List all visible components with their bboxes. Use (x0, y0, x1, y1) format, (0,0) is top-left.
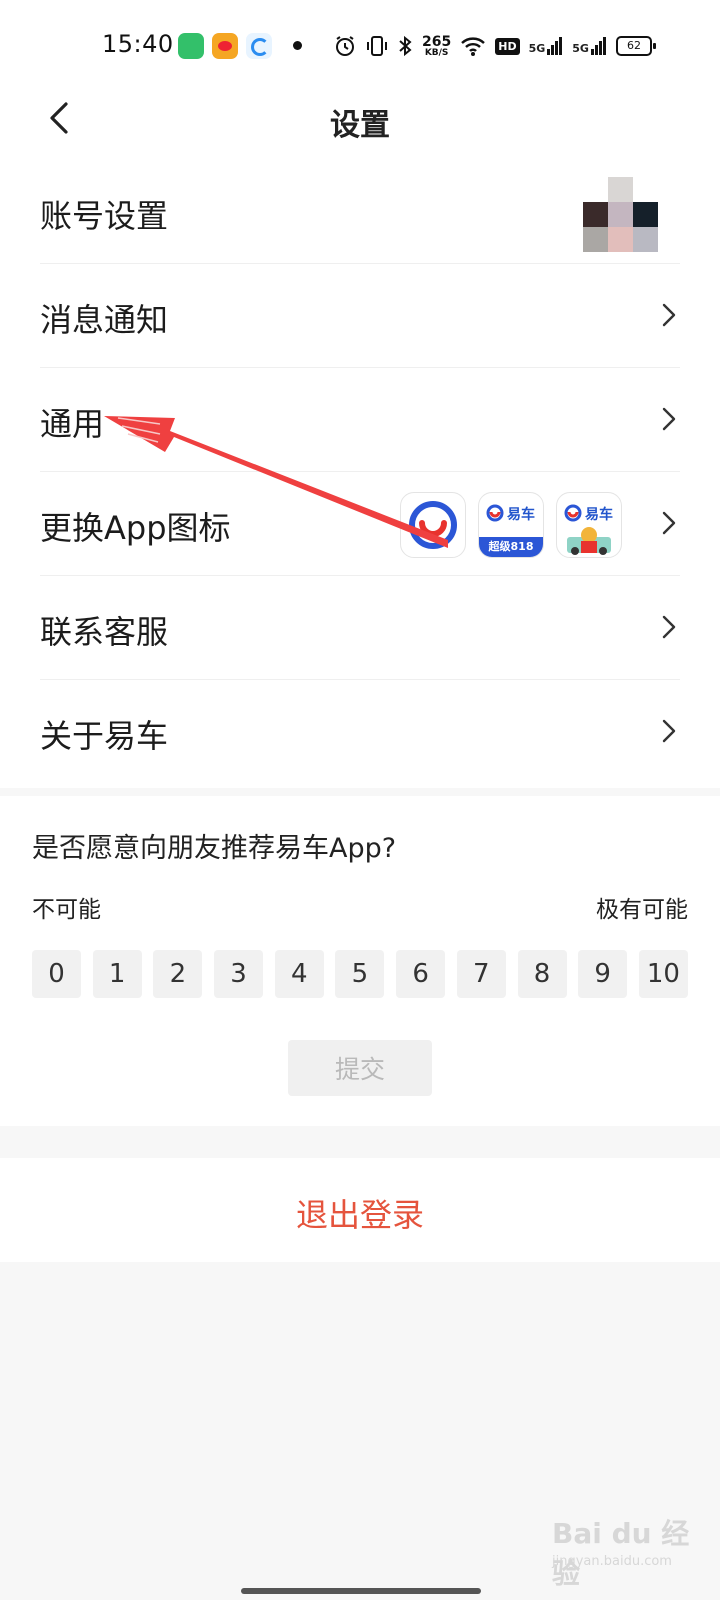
yiche-classic-icon[interactable] (400, 492, 466, 558)
score-button-3[interactable]: 3 (214, 950, 264, 998)
score-button-6[interactable]: 6 (396, 950, 446, 998)
survey-scale: 0 1 2 3 4 5 6 7 8 9 10 (32, 950, 688, 1000)
wechat-app-icon (178, 33, 204, 59)
score-button-0[interactable]: 0 (32, 950, 81, 998)
chevron-right-icon (662, 719, 676, 743)
yiche-818-icon[interactable]: 易车 超级818 (478, 492, 544, 558)
home-indicator[interactable] (241, 1588, 481, 1594)
yiche-logo-icon (564, 504, 582, 522)
browser-app-icon (246, 33, 272, 59)
submit-button[interactable]: 提交 (288, 1040, 432, 1096)
score-button-2[interactable]: 2 (153, 950, 203, 998)
menu-item-notifications[interactable]: 消息通知 (0, 264, 720, 368)
weibo-app-icon (212, 33, 238, 59)
score-button-4[interactable]: 4 (274, 950, 324, 998)
chevron-right-icon (662, 615, 676, 639)
icon-brand-text: 易车 (507, 507, 535, 523)
chevron-right-icon (662, 407, 676, 431)
score-button-1[interactable]: 1 (92, 950, 142, 998)
score-button-7[interactable]: 7 (456, 950, 506, 998)
watermark-main: Bai du 经验 (552, 1517, 690, 1590)
survey-question: 是否愿意向朋友推荐易车App? (32, 833, 397, 864)
network-speed: 265 KB/S (422, 35, 451, 58)
battery-icon: 62 (615, 36, 656, 56)
settings-menu: 账号设置 消息通知 通用 更换App图标 易车 超级818 易车 联系客服 关于… (0, 160, 720, 788)
menu-item-label: 通用 (40, 405, 105, 443)
status-time: 15:40 (102, 30, 174, 58)
icon-sub-text: 超级818 (479, 537, 543, 557)
survey-low-label: 不可能 (32, 897, 101, 923)
page-title: 设置 (330, 108, 390, 143)
menu-item-about[interactable]: 关于易车 (0, 680, 720, 784)
icon-brand-text: 易车 (585, 507, 613, 523)
menu-item-general[interactable]: 通用 (0, 368, 720, 472)
bluetooth-icon (399, 35, 412, 57)
vibrate-icon (367, 36, 387, 56)
yiche-logo-icon (409, 501, 457, 549)
network-speed-unit: KB/S (424, 47, 449, 58)
chevron-right-icon (662, 511, 676, 535)
yiche-festival-icon[interactable]: 易车 (556, 492, 622, 558)
menu-item-customer-service[interactable]: 联系客服 (0, 576, 720, 680)
score-button-10[interactable]: 10 (638, 950, 688, 998)
network-speed-value: 265 (422, 33, 452, 50)
menu-item-label: 联系客服 (40, 613, 169, 651)
menu-item-label: 更换App图标 (40, 509, 231, 547)
baidu-jingyan-watermark: Bai du 经验 jingyan.baidu.com (552, 1504, 692, 1590)
menu-item-label: 关于易车 (40, 717, 169, 755)
score-button-9[interactable]: 9 (578, 950, 628, 998)
signal-icon-2: 5G (572, 37, 607, 55)
status-icons: 265 KB/S HD 5G 5G 62 (333, 30, 656, 62)
alarm-icon (336, 36, 354, 56)
menu-item-label: 消息通知 (40, 301, 169, 339)
menu-item-account[interactable]: 账号设置 (0, 160, 720, 264)
festival-illustration-icon (567, 527, 611, 555)
logout-row[interactable]: 退出登录 (0, 1158, 720, 1262)
survey-high-label: 极有可能 (596, 897, 688, 923)
score-button-8[interactable]: 8 (517, 950, 567, 998)
watermark-sub: jingyan.baidu.com (552, 1554, 672, 1569)
score-button-5[interactable]: 5 (335, 950, 385, 998)
avatar[interactable] (583, 177, 659, 253)
notification-dot-icon (293, 41, 302, 50)
wifi-icon (461, 37, 486, 56)
nav-header: 设置 (0, 90, 720, 160)
status-bar: 15:40 265 KB/S HD 5G 5G 62 (0, 0, 720, 90)
hd-badge: HD (495, 37, 520, 55)
signal-icon: 5G (529, 37, 564, 55)
menu-item-change-app-icon[interactable]: 更换App图标 易车 超级818 易车 (0, 472, 720, 576)
nps-survey: 是否愿意向朋友推荐易车App? 不可能 极有可能 0 1 2 3 4 5 6 7… (0, 796, 720, 1126)
menu-item-label: 账号设置 (40, 197, 169, 235)
chevron-right-icon (662, 303, 676, 327)
yiche-logo-icon (486, 504, 504, 522)
logout-button[interactable]: 退出登录 (0, 1190, 720, 1236)
